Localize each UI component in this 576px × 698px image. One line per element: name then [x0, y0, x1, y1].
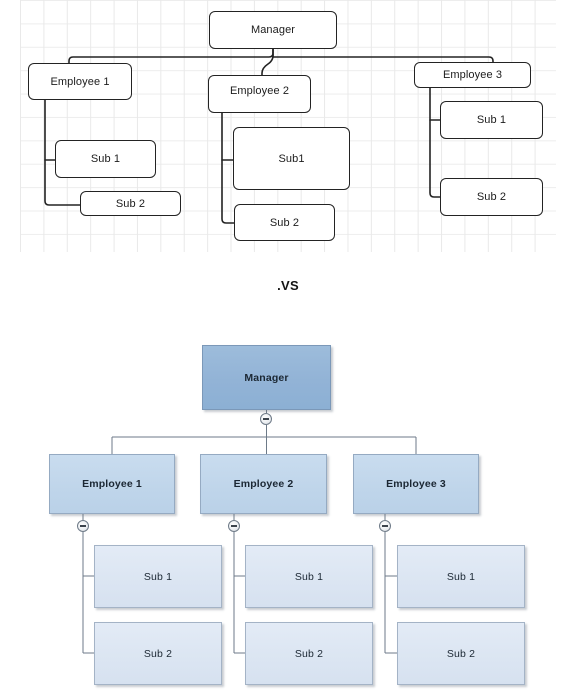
node-label: Sub 1: [90, 153, 121, 165]
node-employee-2[interactable]: Employee 2: [200, 454, 327, 514]
hand-drawn-org-chart: Manager Employee 1 Employee 2 Employee 3…: [0, 0, 576, 258]
node-label: Sub 2: [476, 191, 507, 203]
node-label: Employee 2: [229, 85, 290, 97]
node-employee-3-sub-1-sketch[interactable]: Sub 1: [440, 101, 543, 139]
node-employee-1-sketch[interactable]: Employee 1: [28, 63, 132, 100]
node-label: Employee 3: [442, 69, 503, 81]
node-label: Sub 2: [115, 197, 146, 210]
node-label: Sub 2: [294, 647, 324, 660]
node-employee-1-sub-2[interactable]: Sub 2: [94, 622, 222, 685]
node-label: Sub 1: [476, 114, 507, 126]
node-employee-1-sub-1-sketch[interactable]: Sub 1: [55, 140, 156, 178]
node-employee-2-sketch[interactable]: Employee 2: [208, 75, 311, 113]
node-label: Employee 1: [50, 75, 110, 88]
minus-circle-icon[interactable]: [260, 413, 272, 425]
node-employee-2-sub-1[interactable]: Sub 1: [245, 545, 373, 608]
node-employee-3-sub-2-sketch[interactable]: Sub 2: [440, 178, 543, 216]
node-label: Manager: [250, 24, 296, 36]
node-employee-2-sub-2-sketch[interactable]: Sub 2: [234, 204, 335, 241]
software-org-chart: Manager Employee 1 Employee 2 Employee 3…: [0, 330, 576, 698]
node-label: Sub1: [278, 152, 305, 165]
node-label: Sub 2: [269, 216, 300, 229]
minus-circle-icon[interactable]: [228, 520, 240, 532]
minus-circle-icon[interactable]: [77, 520, 89, 532]
minus-glyph: [80, 525, 86, 527]
node-label: Sub 2: [446, 647, 476, 660]
node-label: Sub 1: [446, 570, 476, 583]
node-label: Sub 1: [294, 570, 324, 583]
versus-separator-label: .VS: [277, 278, 299, 293]
node-employee-3[interactable]: Employee 3: [353, 454, 479, 514]
node-employee-3-sub-2[interactable]: Sub 2: [397, 622, 525, 685]
node-employee-1[interactable]: Employee 1: [49, 454, 175, 514]
minus-glyph: [263, 418, 269, 420]
node-label: Employee 1: [82, 478, 142, 490]
node-label: Sub 2: [143, 647, 173, 660]
minus-glyph: [382, 525, 388, 527]
node-manager[interactable]: Manager: [202, 345, 331, 410]
node-label: Employee 2: [233, 478, 294, 490]
comparison-canvas: Manager Employee 1 Employee 2 Employee 3…: [0, 0, 576, 698]
node-label: Employee 3: [386, 478, 446, 490]
minus-glyph: [231, 525, 237, 527]
node-employee-3-sub-1[interactable]: Sub 1: [397, 545, 525, 608]
node-label: Sub 1: [143, 570, 173, 583]
node-employee-2-sub-2[interactable]: Sub 2: [245, 622, 373, 685]
minus-circle-icon[interactable]: [379, 520, 391, 532]
node-employee-1-sub-2-sketch[interactable]: Sub 2: [80, 191, 181, 216]
node-employee-1-sub-1[interactable]: Sub 1: [94, 545, 222, 608]
node-label: Manager: [244, 371, 289, 384]
node-employee-3-sketch[interactable]: Employee 3: [414, 62, 531, 88]
node-employee-2-sub-1-sketch[interactable]: Sub1: [233, 127, 350, 190]
node-manager-sketch[interactable]: Manager: [209, 11, 337, 49]
